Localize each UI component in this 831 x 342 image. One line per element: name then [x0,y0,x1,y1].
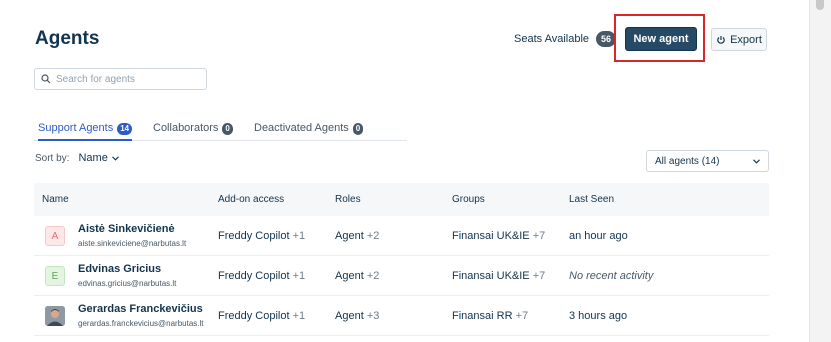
agent-email: aiste.sinkeviciene@narbutas.lt [78,239,187,248]
tab-count-badge: 14 [117,123,133,135]
agent-name[interactable]: Edvinas Gricius [78,263,161,275]
role-cell: Agent +3 [335,310,379,322]
user-photo-icon [45,306,65,326]
column-header-groups[interactable]: Groups [452,194,485,205]
role-more[interactable]: +3 [367,310,380,322]
page-scrollbar[interactable] [809,0,831,342]
role-value: Agent [335,310,364,322]
addon-value: Freddy Copilot [218,230,290,242]
addon-more[interactable]: +1 [293,230,306,242]
sort-control: Sort by: Name [35,152,119,164]
avatar: E [45,266,65,286]
tab-label: Collaborators [153,122,219,134]
tab-collaborators[interactable]: Collaborators 0 [153,122,233,141]
group-more[interactable]: +7 [533,270,546,282]
tab-label: Support Agents [38,122,114,134]
column-header-name[interactable]: Name [42,194,69,205]
tab-count-badge: 0 [222,123,233,135]
addon-cell: Freddy Copilot +1 [218,310,305,322]
seats-available: Seats Available 56 [514,31,617,47]
role-value: Agent [335,230,364,242]
chevron-down-icon [111,155,119,161]
group-value: Finansai UK&IE [452,230,530,242]
group-value: Finansai UK&IE [452,270,530,282]
column-header-roles[interactable]: Roles [335,194,361,205]
sort-value: Name [78,152,108,164]
table-header: Name Add-on access Roles Groups Last See… [34,183,769,216]
agent-filter-dropdown[interactable]: All agents (14) [646,150,769,172]
export-label: Export [730,33,762,46]
new-agent-button[interactable]: New agent [625,27,697,51]
role-more[interactable]: +2 [367,230,380,242]
chevron-down-icon [753,158,760,164]
tab-deactivated-agents[interactable]: Deactivated Agents 0 [254,122,364,141]
avatar-photo [45,306,65,326]
addon-cell: Freddy Copilot +1 [218,270,305,282]
power-export-icon [717,35,725,44]
addon-value: Freddy Copilot [218,310,290,322]
group-cell: Finansai UK&IE +7 [452,270,545,282]
role-value: Agent [335,270,364,282]
sort-label: Sort by: [35,152,70,164]
scrollbar-thumb[interactable] [816,0,824,10]
page-title: Agents [35,28,100,49]
group-cell: Finansai UK&IE +7 [452,230,545,242]
table-row[interactable]: Gerardas Franckevičius gerardas.franckev… [34,296,769,336]
table-row[interactable]: A Aistė Sinkevičienė aiste.sinkeviciene@… [34,216,769,256]
filter-value: All agents (14) [655,155,720,167]
tab-support-agents[interactable]: Support Agents 14 [38,122,133,141]
sort-dropdown[interactable]: Name [78,152,119,164]
addon-more[interactable]: +1 [293,310,306,322]
addon-more[interactable]: +1 [293,270,306,282]
tab-label: Deactivated Agents [254,122,349,134]
search-box[interactable] [34,68,207,90]
role-cell: Agent +2 [335,270,379,282]
search-input[interactable] [56,73,206,85]
role-cell: Agent +2 [335,230,379,242]
agent-tabs: Support Agents 14 Collaborators 0 Deacti… [34,122,407,141]
export-button[interactable]: Export [711,28,767,51]
last-seen-cell: 3 hours ago [569,310,628,322]
table-row[interactable]: E Edvinas Gricius edvinas.gricius@narbut… [34,256,769,296]
avatar: A [45,226,65,246]
tab-count-badge: 0 [352,123,364,135]
column-header-last-seen[interactable]: Last Seen [569,194,614,205]
agent-name[interactable]: Gerardas Franckevičius [78,303,203,315]
search-icon [41,74,51,84]
group-more[interactable]: +7 [533,230,546,242]
addon-value: Freddy Copilot [218,270,290,282]
group-cell: Finansai RR +7 [452,310,528,322]
last-seen-cell: No recent activity [569,270,654,282]
last-seen-cell: an hour ago [569,230,628,242]
role-more[interactable]: +2 [367,270,380,282]
column-header-addon[interactable]: Add-on access [218,194,284,205]
addon-cell: Freddy Copilot +1 [218,230,305,242]
agent-email: edvinas.gricius@narbutas.lt [78,279,177,288]
agent-email: gerardas.franckevicius@narbutas.lt [78,319,204,328]
group-value: Finansai RR [452,310,513,322]
agent-name[interactable]: Aistė Sinkevičienė [78,223,175,235]
seats-available-label: Seats Available [514,33,590,45]
group-more[interactable]: +7 [516,310,529,322]
